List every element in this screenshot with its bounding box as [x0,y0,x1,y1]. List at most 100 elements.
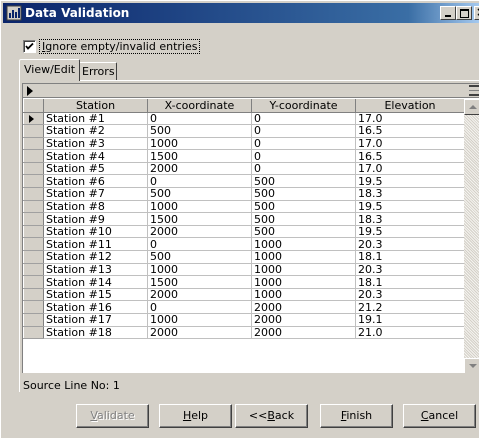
row-selector[interactable] [23,237,44,252]
finish-button[interactable]: Finish [320,404,393,428]
elevation-cell[interactable]: 17.0 [355,137,465,151]
station-cell[interactable]: Station #16 [43,300,148,314]
row-selector[interactable] [23,149,44,163]
elevation-cell[interactable]: 17.0 [355,112,465,126]
y-coordinate-cell[interactable]: 2000 [251,326,356,340]
station-cell[interactable]: Station #11 [43,237,148,252]
table-row[interactable]: Station #1 0 0 17.0 [23,112,465,126]
station-cell[interactable]: Station #15 [43,288,148,302]
scroll-down-icon[interactable] [464,358,479,373]
y-coordinate-cell[interactable]: 1000 [251,275,356,289]
station-cell[interactable]: Station #7 [43,187,148,201]
elevation-cell[interactable]: 21.0 [355,326,465,340]
title-bar[interactable]: Data Validation × [3,3,479,23]
elevation-cell[interactable]: 18.3 [355,187,465,201]
table-row[interactable]: Station #7 500 500 18.3 [23,187,465,201]
elevation-cell[interactable]: 19.5 [355,174,465,189]
station-cell[interactable]: Station #17 [43,313,148,327]
row-selector[interactable] [23,313,44,327]
station-cell[interactable]: Station #18 [43,326,148,340]
elevation-cell[interactable]: 19.1 [355,313,465,327]
y-coordinate-cell[interactable]: 1000 [251,263,356,277]
data-grid[interactable]: Station X-coordinate Y-coordinate Elevat… [22,83,479,373]
validate-button[interactable]: Validate [76,404,149,428]
x-coordinate-cell[interactable]: 0 [147,237,252,252]
y-coordinate-cell[interactable]: 1000 [251,237,356,252]
column-header-station[interactable]: Station [43,99,148,113]
row-selector[interactable] [23,212,44,226]
x-coordinate-cell[interactable]: 1000 [147,200,252,214]
table-row[interactable]: Station #13 1000 1000 20.3 [23,263,465,277]
y-coordinate-cell[interactable]: 1000 [251,288,356,302]
station-cell[interactable]: Station #14 [43,275,148,289]
y-coordinate-cell[interactable]: 1000 [251,250,356,264]
row-selector[interactable] [23,124,44,138]
x-coordinate-cell[interactable]: 1000 [147,137,252,151]
close-button[interactable]: × [474,5,479,20]
station-cell[interactable]: Station #4 [43,149,148,163]
cancel-button[interactable]: Cancel [403,404,476,428]
station-cell[interactable]: Station #9 [43,212,148,226]
x-coordinate-cell[interactable]: 2000 [147,225,252,239]
x-coordinate-cell[interactable]: 500 [147,250,252,264]
table-row[interactable]: Station #14 1500 1000 18.1 [23,275,465,289]
table-row[interactable]: Station #6 0 500 19.5 [23,174,465,189]
row-selector[interactable] [23,300,44,314]
table-row[interactable]: Station #8 1000 500 19.5 [23,200,465,214]
elevation-cell[interactable]: 20.3 [355,263,465,277]
y-coordinate-cell[interactable]: 500 [251,212,356,226]
station-cell[interactable]: Station #8 [43,200,148,214]
ignore-empty-label[interactable]: Ignore empty/invalid entries [39,39,201,54]
row-selector[interactable] [23,326,44,340]
station-cell[interactable]: Station #3 [43,137,148,151]
y-coordinate-cell[interactable]: 500 [251,187,356,201]
elevation-cell[interactable]: 20.3 [355,288,465,302]
row-selector[interactable] [23,275,44,289]
x-coordinate-cell[interactable]: 0 [147,112,252,126]
x-coordinate-cell[interactable]: 1500 [147,212,252,226]
row-selector[interactable] [23,288,44,302]
elevation-cell[interactable]: 21.2 [355,300,465,314]
tab-view-edit[interactable]: View/Edit [19,59,81,81]
row-selector-header[interactable] [23,99,44,113]
y-coordinate-cell[interactable]: 0 [251,149,356,163]
elevation-cell[interactable]: 17.0 [355,162,465,176]
station-cell[interactable]: Station #2 [43,124,148,138]
y-coordinate-cell[interactable]: 0 [251,112,356,126]
y-coordinate-cell[interactable]: 500 [251,200,356,214]
column-header-x[interactable]: X-coordinate [147,99,252,113]
table-row[interactable]: Station #5 2000 0 17.0 [23,162,465,176]
row-selector[interactable] [23,162,44,176]
y-coordinate-cell[interactable]: 2000 [251,300,356,314]
column-header-elevation[interactable]: Elevation [355,99,465,113]
row-selector[interactable] [23,200,44,214]
row-selector[interactable] [23,174,44,189]
row-selector[interactable] [23,187,44,201]
elevation-cell[interactable]: 16.5 [355,149,465,163]
scroll-up-icon[interactable] [464,99,479,115]
y-coordinate-cell[interactable]: 500 [251,174,356,189]
minimize-button[interactable] [440,6,456,20]
station-cell[interactable]: Station #13 [43,263,148,277]
x-coordinate-cell[interactable]: 500 [147,187,252,201]
y-coordinate-cell[interactable]: 0 [251,124,356,138]
elevation-cell[interactable]: 18.1 [355,250,465,264]
table-row[interactable]: Station #15 2000 1000 20.3 [23,288,465,302]
record-pointer-icon[interactable] [27,86,33,96]
ignore-empty-checkbox[interactable] [23,40,36,53]
vertical-scrollbar[interactable] [464,99,479,373]
x-coordinate-cell[interactable]: 1000 [147,263,252,277]
station-cell[interactable]: Station #6 [43,174,148,189]
table-row[interactable]: Station #12 500 1000 18.1 [23,250,465,264]
station-cell[interactable]: Station #1 [43,112,148,126]
table-row[interactable]: Station #2 500 0 16.5 [23,124,465,138]
station-cell[interactable]: Station #12 [43,250,148,264]
elevation-cell[interactable]: 19.5 [355,225,465,239]
back-button[interactable]: <<Back [235,404,308,428]
station-cell[interactable]: Station #5 [43,162,148,176]
maximize-button[interactable] [456,6,472,20]
elevation-cell[interactable]: 20.3 [355,237,465,252]
x-coordinate-cell[interactable]: 2000 [147,326,252,340]
y-coordinate-cell[interactable]: 2000 [251,313,356,327]
table-row[interactable]: Station #18 2000 2000 21.0 [23,326,465,340]
